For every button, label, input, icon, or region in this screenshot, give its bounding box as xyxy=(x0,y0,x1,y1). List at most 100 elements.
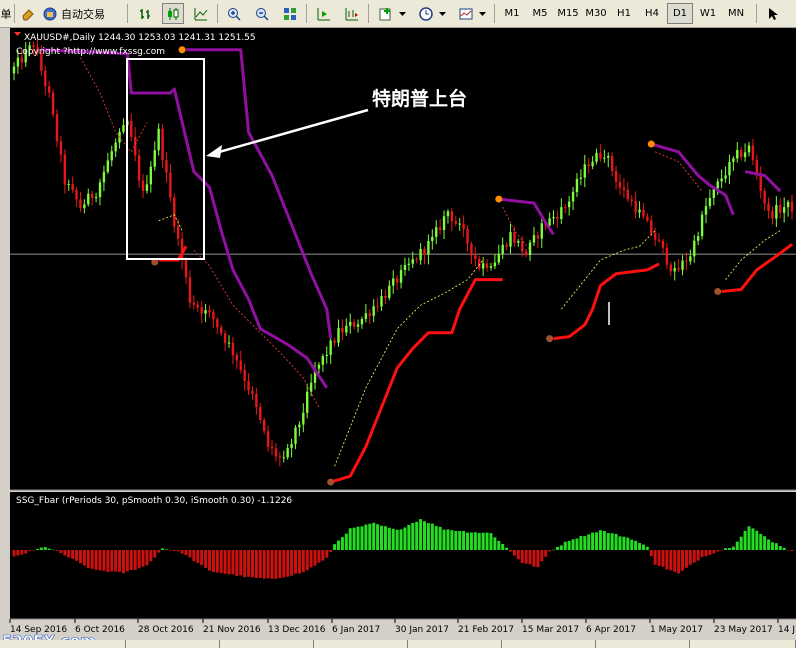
chart-canvas[interactable]: 14 Sep 2016 6 Oct 2016 28 Oct 2016 21 Nov 2… xyxy=(0,28,796,648)
candle-body xyxy=(102,171,106,183)
line-chart-icon[interactable] xyxy=(190,3,212,24)
bottom-tab-7[interactable] xyxy=(596,640,690,648)
histogram-bar xyxy=(164,549,168,550)
candle-body xyxy=(204,310,207,314)
histogram-bar xyxy=(317,550,321,563)
candle-body xyxy=(681,260,684,270)
candle-body xyxy=(325,354,328,357)
candle-body xyxy=(638,209,641,213)
histogram-bar xyxy=(552,549,556,551)
histogram-bar xyxy=(63,550,67,556)
timeframe-m5[interactable]: M5 xyxy=(527,3,553,24)
candle-body xyxy=(403,264,407,271)
histogram-bar xyxy=(751,528,755,550)
histogram-bar xyxy=(301,550,305,573)
histogram-bar xyxy=(688,550,692,565)
histogram-bar xyxy=(231,550,235,575)
candle-body xyxy=(450,211,454,222)
candle-body xyxy=(364,313,368,320)
indicators-dropdown-icon[interactable] xyxy=(397,3,407,24)
histogram-bar xyxy=(423,521,427,550)
histogram-bar xyxy=(153,550,157,558)
templates-dropdown-icon[interactable] xyxy=(477,3,487,24)
zoom-in-icon[interactable] xyxy=(223,3,245,24)
candle-body xyxy=(696,236,700,241)
candle-body xyxy=(689,256,692,262)
chart-shift-icon[interactable] xyxy=(313,3,335,24)
templates-icon[interactable] xyxy=(455,3,477,24)
auto-trade-button[interactable]: 自动交易 xyxy=(43,3,121,24)
histogram-bar xyxy=(509,550,513,552)
histogram-bar xyxy=(559,545,563,550)
histogram-bar xyxy=(731,546,735,550)
bottom-tab-8[interactable] xyxy=(690,640,796,648)
histogram-bar xyxy=(442,529,446,550)
histogram-bar xyxy=(333,544,337,550)
histogram-bar xyxy=(450,530,454,550)
histogram-bar xyxy=(665,550,669,570)
period-clock-icon[interactable] xyxy=(415,3,437,24)
bottom-tab-5[interactable] xyxy=(408,640,502,648)
candle-body xyxy=(599,152,602,159)
histogram-bar xyxy=(192,550,196,562)
candle-body xyxy=(263,419,266,432)
candle-body xyxy=(446,211,450,217)
x-axis-tick-label: 21 Nov 2016 xyxy=(203,625,261,635)
histogram-bar xyxy=(274,550,278,579)
candle-body xyxy=(216,319,219,328)
candle-body xyxy=(685,260,688,262)
histogram-bar xyxy=(352,527,356,550)
candlestick-chart-icon[interactable] xyxy=(162,3,184,24)
annotation-text: 特朗普上台 xyxy=(372,87,467,110)
zoom-out-icon[interactable] xyxy=(251,3,273,24)
histogram-bar xyxy=(606,533,610,550)
histogram-bar xyxy=(43,547,47,550)
timeframe-h1[interactable]: H1 xyxy=(611,3,637,24)
eraser-icon[interactable] xyxy=(17,3,39,24)
indicators-icon[interactable] xyxy=(375,3,397,24)
timeframe-m15[interactable]: M15 xyxy=(555,3,581,24)
histogram-bar xyxy=(411,522,415,550)
candle-body xyxy=(67,184,70,186)
auto-scroll-icon[interactable] xyxy=(341,3,363,24)
histogram-bar xyxy=(247,550,251,577)
candle-body xyxy=(165,160,168,173)
histogram-bar xyxy=(501,543,505,550)
timeframe-d1[interactable]: D1 xyxy=(667,3,693,24)
histogram-bar xyxy=(121,550,125,574)
bottom-tab-6[interactable] xyxy=(502,640,596,648)
histogram-bar xyxy=(462,530,466,550)
histogram-bar xyxy=(39,547,43,550)
timeframe-m1[interactable]: M1 xyxy=(499,3,525,24)
candle-body xyxy=(751,145,755,160)
timeframe-mn[interactable]: MN xyxy=(723,3,749,24)
candle-body xyxy=(47,86,51,93)
bar-chart-icon[interactable] xyxy=(134,3,156,24)
timeframe-m30[interactable]: M30 xyxy=(583,3,609,24)
cursor-icon[interactable] xyxy=(762,3,784,24)
auto-trade-icon xyxy=(43,7,57,20)
bottom-tab-3[interactable] xyxy=(220,640,314,648)
candle-body xyxy=(55,114,59,142)
histogram-bar xyxy=(118,550,122,572)
timeframe-h4[interactable]: H4 xyxy=(639,3,665,24)
menu-fragment[interactable]: 单 xyxy=(0,3,12,24)
bottom-tab-2[interactable] xyxy=(126,640,220,648)
candle-body xyxy=(16,57,20,67)
candle-body xyxy=(133,137,137,156)
histogram-bar xyxy=(184,550,188,556)
histogram-bar xyxy=(634,540,638,550)
candle-body xyxy=(251,390,254,394)
bottom-tab-4[interactable] xyxy=(314,640,408,648)
brown-marker xyxy=(714,287,722,295)
auto-trade-label: 自动交易 xyxy=(61,7,105,21)
histogram-bar xyxy=(759,533,763,550)
candle-body xyxy=(622,187,626,190)
bottom-tab-1[interactable] xyxy=(0,640,126,648)
period-dropdown-icon[interactable] xyxy=(437,3,447,24)
candle-body xyxy=(208,310,211,313)
tile-windows-icon[interactable] xyxy=(279,3,301,24)
candle-body xyxy=(513,232,516,243)
candle-body xyxy=(98,182,102,198)
timeframe-w1[interactable]: W1 xyxy=(695,3,721,24)
